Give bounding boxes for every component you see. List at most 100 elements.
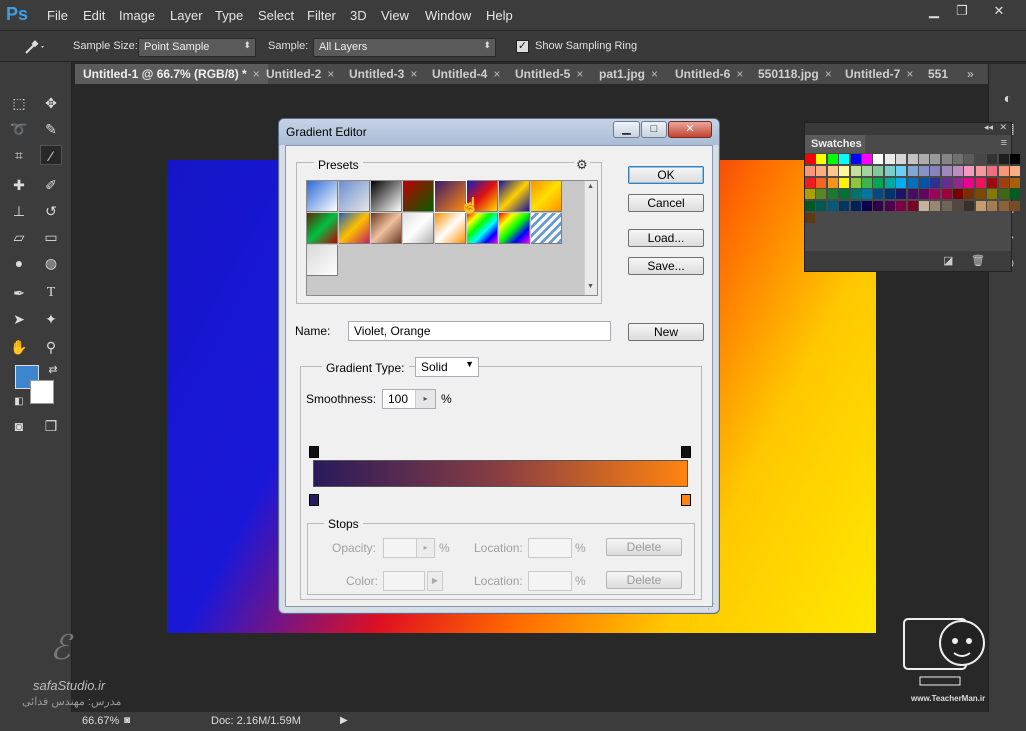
- lasso-tool-icon[interactable]: ➰: [8, 119, 30, 139]
- swatch-65[interactable]: [896, 189, 907, 200]
- swatch-27[interactable]: [896, 165, 907, 176]
- menu-layer[interactable]: Layer: [170, 8, 203, 23]
- close-tab-icon[interactable]: ×: [736, 67, 743, 81]
- swatch-11[interactable]: [930, 154, 941, 164]
- swatch-71[interactable]: [964, 189, 975, 200]
- opacity-stop-left[interactable]: [309, 446, 319, 458]
- preset-gradient-0[interactable]: [307, 181, 338, 212]
- window-restore-button[interactable]: ❐: [948, 2, 976, 20]
- new-button[interactable]: New: [628, 323, 704, 341]
- history-brush-tool-icon[interactable]: ↺: [40, 201, 62, 221]
- panel-menu-icon[interactable]: ≡: [1001, 137, 1007, 149]
- swatch-75[interactable]: [1010, 189, 1021, 200]
- swatch-49[interactable]: [930, 177, 941, 188]
- stamp-tool-icon[interactable]: ⊥: [8, 201, 30, 221]
- preset-gradient-7[interactable]: [531, 181, 562, 212]
- swatch-39[interactable]: [816, 177, 827, 188]
- swatch-92[interactable]: [987, 201, 998, 212]
- shape-tool-icon[interactable]: ✦: [40, 309, 62, 329]
- swatch-29[interactable]: [918, 165, 929, 176]
- swatch-62[interactable]: [861, 189, 872, 200]
- scroll-down-icon[interactable]: ▼: [587, 283, 594, 290]
- swatch-26[interactable]: [884, 165, 895, 176]
- history-panel-icon[interactable]: ◐: [997, 88, 1019, 108]
- menu-help[interactable]: Help: [486, 8, 513, 23]
- preset-gradient-16[interactable]: [307, 245, 338, 276]
- tab-untitled-3[interactable]: Untitled-3 ×: [341, 64, 425, 84]
- swatch-87[interactable]: [930, 201, 941, 212]
- swatch-16[interactable]: [987, 154, 998, 164]
- gradient-preview-bar[interactable]: [313, 460, 688, 487]
- swatch-94[interactable]: [1010, 201, 1021, 212]
- menu-select[interactable]: Select: [258, 8, 294, 23]
- ok-button[interactable]: OK: [628, 166, 704, 184]
- path-select-tool-icon[interactable]: ➤: [8, 309, 30, 329]
- tab-551[interactable]: 551: [920, 64, 954, 84]
- gradient-tool-icon[interactable]: ▭: [40, 227, 62, 247]
- close-tab-icon[interactable]: ×: [651, 67, 658, 81]
- preset-gradient-11[interactable]: [403, 213, 434, 244]
- menu-type[interactable]: Type: [215, 8, 243, 23]
- swatch-2[interactable]: [827, 154, 838, 164]
- swatch-69[interactable]: [941, 189, 952, 200]
- opacity-location-input[interactable]: [528, 538, 572, 558]
- gradient-type-select[interactable]: Solid ▼: [415, 357, 479, 377]
- tab-untitled-6[interactable]: Untitled-6 ×: [667, 64, 751, 84]
- swatch-51[interactable]: [953, 177, 964, 188]
- swatch-25[interactable]: [873, 165, 884, 176]
- swatch-83[interactable]: [884, 201, 895, 212]
- preset-gradient-8[interactable]: [307, 213, 338, 244]
- swatch-57[interactable]: [805, 189, 815, 200]
- swatch-36[interactable]: [998, 165, 1009, 176]
- swatch-23[interactable]: [850, 165, 861, 176]
- sample-select[interactable]: All Layers ⬍: [313, 38, 496, 57]
- quick-select-tool-icon[interactable]: ✎: [40, 119, 62, 139]
- dialog-maximize-button[interactable]: □: [641, 121, 667, 138]
- preset-gradient-15[interactable]: [531, 213, 562, 244]
- status-menu-arrow-icon[interactable]: ▶: [340, 715, 348, 726]
- chevron-right-icon[interactable]: ▸: [416, 539, 434, 557]
- trash-icon[interactable]: 🗑: [971, 254, 985, 267]
- default-colors-icon[interactable]: ◧: [8, 392, 30, 412]
- swatch-35[interactable]: [987, 165, 998, 176]
- move-tool-icon[interactable]: ✥: [40, 93, 62, 113]
- zoom-level[interactable]: 66.67%: [82, 715, 119, 727]
- menu-window[interactable]: Window: [425, 8, 471, 23]
- swatch-89[interactable]: [953, 201, 964, 212]
- swatch-18[interactable]: [1010, 154, 1021, 164]
- gear-icon[interactable]: ⚙: [574, 157, 590, 173]
- swatch-50[interactable]: [941, 177, 952, 188]
- menu-3d[interactable]: 3D: [350, 8, 367, 23]
- tab-pat1[interactable]: pat1.jpg ×: [591, 64, 666, 84]
- swatch-76[interactable]: [805, 201, 815, 212]
- menu-image[interactable]: Image: [119, 8, 155, 23]
- crop-tool-icon[interactable]: ⌗: [8, 145, 30, 165]
- swatch-14[interactable]: [964, 154, 975, 164]
- swatch-86[interactable]: [918, 201, 929, 212]
- tab-550118[interactable]: 550118.jpg ×: [750, 64, 840, 84]
- swatch-48[interactable]: [918, 177, 929, 188]
- swatch-88[interactable]: [941, 201, 952, 212]
- preset-gradient-1[interactable]: [339, 181, 370, 212]
- swatch-0[interactable]: [805, 154, 815, 164]
- preset-gradient-14[interactable]: [499, 213, 530, 244]
- close-tab-icon[interactable]: ×: [493, 67, 500, 81]
- presets-scrollbar[interactable]: ▲ ▼: [584, 181, 597, 295]
- swap-colors-icon[interactable]: ⇄: [42, 360, 64, 380]
- menu-view[interactable]: View: [381, 8, 409, 23]
- swatch-21[interactable]: [827, 165, 838, 176]
- swatch-81[interactable]: [861, 201, 872, 212]
- dodge-tool-icon[interactable]: ◍: [40, 253, 62, 273]
- swatch-24[interactable]: [861, 165, 872, 176]
- eyedropper-icon[interactable]: [22, 39, 46, 55]
- swatch-84[interactable]: [896, 201, 907, 212]
- swatch-85[interactable]: [907, 201, 918, 212]
- preset-gradient-12[interactable]: [435, 213, 466, 244]
- swatch-41[interactable]: [839, 177, 850, 188]
- resize-grip-icon[interactable]: ⋰: [707, 602, 715, 611]
- swatch-20[interactable]: [816, 165, 827, 176]
- color-well[interactable]: [383, 571, 425, 591]
- smoothness-input[interactable]: 100 ▸: [382, 389, 436, 409]
- screen-mode-icon[interactable]: ❐: [40, 416, 62, 436]
- swatch-58[interactable]: [816, 189, 827, 200]
